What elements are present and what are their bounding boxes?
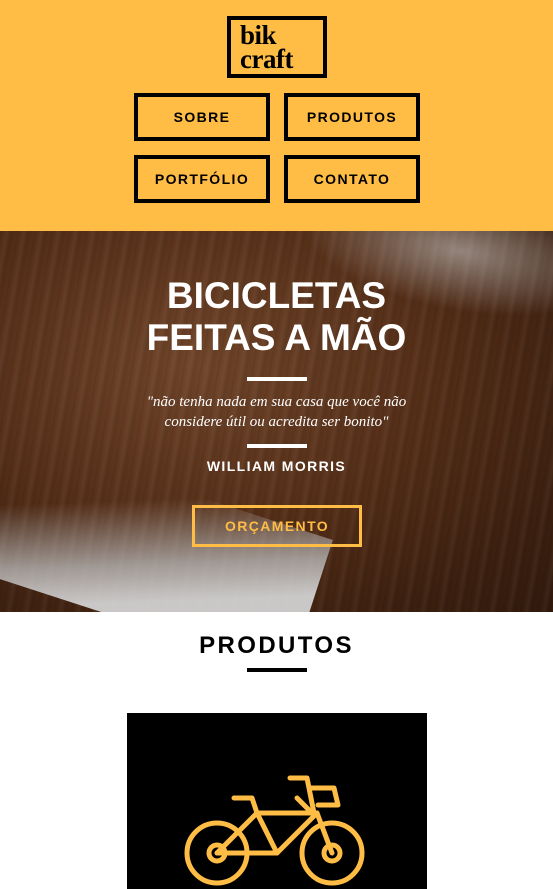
orcamento-button[interactable]: ORÇAMENTO (192, 505, 362, 547)
hero-title-line2: FEITAS A MÃO (146, 317, 407, 358)
bikcraft-logo[interactable]: bik craft (227, 16, 327, 78)
hero-divider-top (247, 377, 307, 381)
nav-sobre-button[interactable]: SOBRE (134, 93, 270, 141)
nav-produtos-button[interactable]: PRODUTOS (284, 93, 420, 141)
hero-divider-bottom (247, 444, 307, 448)
hero-title: BICICLETAS FEITAS A MÃO (0, 275, 553, 359)
product-card[interactable] (127, 713, 427, 889)
site-header: bik craft SOBRE PRODUTOS PORTFÓLIO CONTA… (0, 0, 553, 231)
quote-author: WILLIAM MORRIS (206, 458, 347, 474)
bicycle-icon (184, 775, 365, 886)
products-divider (247, 668, 307, 672)
hero-quote-line2: considere útil ou acredita ser bonito" (164, 414, 389, 430)
hero-quote-line1: "não tenha nada em sua casa que você não (146, 394, 407, 410)
products-section-title: PRODUTOS (199, 632, 354, 659)
nav-contato-button[interactable]: CONTATO (284, 155, 420, 203)
hero-title-line1: BICICLETAS (166, 275, 387, 316)
hero-quote: "não tenha nada em sua casa que você não… (0, 392, 553, 432)
nav-portfolio-button[interactable]: PORTFÓLIO (134, 155, 270, 203)
logo-text-line2: craft (240, 44, 293, 74)
